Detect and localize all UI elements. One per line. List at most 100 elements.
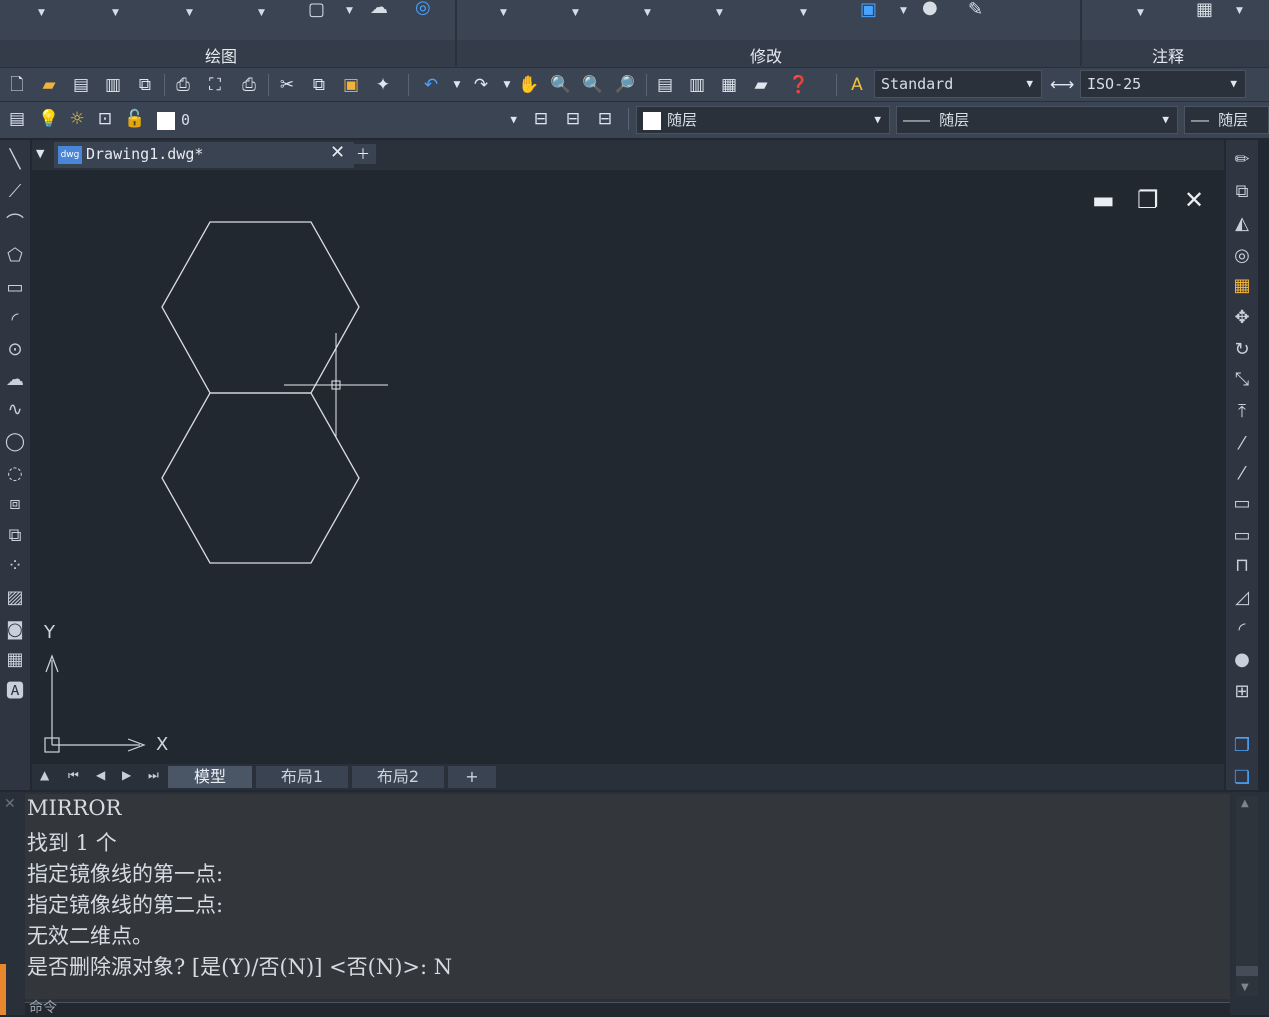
polyline-icon[interactable]: ⌒ bbox=[0, 212, 30, 236]
print-preview-icon[interactable]: ⛶ bbox=[204, 74, 226, 96]
circle-icon[interactable]: ⊙ bbox=[0, 338, 30, 362]
redo-icon[interactable]: ↷ bbox=[470, 74, 492, 96]
layer-viewport-icon[interactable]: ⊡ bbox=[94, 108, 116, 130]
chevron-down-icon[interactable]: ▼ bbox=[716, 8, 723, 18]
undo-icon[interactable]: ↶ bbox=[420, 74, 442, 96]
3d-solid-icon[interactable]: ● bbox=[1226, 648, 1258, 672]
mirror-icon[interactable]: ◭ bbox=[1226, 212, 1258, 236]
grid-icon[interactable]: ▦ bbox=[1196, 0, 1213, 20]
sphere-icon[interactable]: ● bbox=[922, 0, 938, 18]
scrollbar-thumb[interactable] bbox=[1236, 966, 1258, 976]
erase-icon[interactable]: ✏ bbox=[1226, 148, 1258, 172]
chevron-down-icon[interactable]: ▼ bbox=[186, 8, 193, 18]
zoom-previous-icon[interactable]: 🔎 bbox=[614, 74, 636, 96]
save-all-icon[interactable]: ⧉ bbox=[134, 74, 156, 96]
array-icon[interactable]: ▦ bbox=[1226, 274, 1258, 298]
stretch-icon[interactable]: ⤒ bbox=[1226, 400, 1258, 424]
color-select[interactable]: 随层 ▼ bbox=[636, 106, 890, 134]
break-icon[interactable]: ▭ bbox=[1226, 524, 1258, 548]
donut-icon[interactable]: ◎ bbox=[415, 0, 431, 18]
make-block-icon[interactable]: ⧉ bbox=[0, 524, 30, 548]
paste-icon[interactable]: ▣ bbox=[340, 74, 362, 96]
new-tab-icon[interactable]: ＋ bbox=[350, 144, 376, 164]
hexagon-upper[interactable] bbox=[161, 221, 360, 394]
linetype-select[interactable]: ——— 随层 ▼ bbox=[896, 106, 1178, 134]
chevron-down-icon[interactable]: ▼ bbox=[900, 6, 907, 16]
panel-label-modify[interactable]: 修改 bbox=[750, 43, 782, 67]
last-tab-icon[interactable]: ⏭ bbox=[148, 768, 159, 783]
save-icon[interactable]: ▤ bbox=[70, 74, 92, 96]
arc-icon[interactable]: ◜ bbox=[0, 308, 30, 332]
construction-line-icon[interactable]: ⟋ bbox=[0, 180, 30, 204]
panel-label-draw[interactable]: 绘图 bbox=[205, 43, 237, 67]
layer-select[interactable]: 0 ▼ bbox=[150, 106, 526, 134]
extend-icon[interactable]: ⁄ bbox=[1226, 462, 1258, 486]
add-layout-tab[interactable]: + bbox=[448, 766, 496, 788]
layer-on-icon[interactable]: 💡 bbox=[38, 108, 60, 130]
join-icon[interactable]: ⊓ bbox=[1226, 554, 1258, 578]
panel-label-annotate[interactable]: 注释 bbox=[1152, 43, 1184, 67]
zoom-realtime-icon[interactable]: 🔍 bbox=[550, 74, 572, 96]
scale-icon[interactable]: ⤡ bbox=[1226, 368, 1258, 392]
dim-style-select[interactable]: ISO-25 ▼ bbox=[1080, 70, 1246, 98]
layer-unlock-icon[interactable]: 🔓 bbox=[124, 108, 146, 130]
fillet-icon[interactable]: ◜ bbox=[1226, 618, 1258, 642]
polygon-icon[interactable]: ⬠ bbox=[0, 244, 30, 268]
close-icon[interactable]: ✕ bbox=[4, 796, 16, 812]
markup-icon[interactable]: ▰ bbox=[750, 74, 772, 96]
print-icon[interactable]: ⎙ bbox=[172, 74, 194, 96]
spline-icon[interactable]: ∿ bbox=[0, 398, 30, 422]
previous-tab-icon[interactable]: ◀ bbox=[96, 768, 105, 782]
ellipse-icon[interactable]: ◯ bbox=[0, 430, 30, 454]
ellipse-arc-icon[interactable]: ◌ bbox=[0, 462, 30, 486]
properties-icon[interactable]: ▤ bbox=[654, 74, 676, 96]
rotate-icon[interactable]: ↻ bbox=[1226, 338, 1258, 362]
table-icon[interactable]: ▦ bbox=[0, 648, 30, 672]
text-style-icon[interactable]: A bbox=[846, 74, 868, 96]
help-icon[interactable]: ❓ bbox=[788, 74, 810, 96]
publish-icon[interactable]: ⎙ bbox=[238, 74, 260, 96]
cut-icon[interactable]: ✂ bbox=[276, 74, 298, 96]
next-tab-icon[interactable]: ▶ bbox=[122, 768, 131, 782]
bring-to-front-icon[interactable]: ❏ bbox=[1226, 766, 1258, 790]
tab-layout1[interactable]: 布局1 bbox=[256, 766, 348, 788]
insert-block-icon[interactable]: ⧈ bbox=[0, 492, 30, 516]
design-center-icon[interactable]: ▥ bbox=[686, 74, 708, 96]
first-tab-icon[interactable]: ⏮ bbox=[68, 768, 79, 783]
region-icon[interactable]: ◙ bbox=[0, 618, 30, 642]
tab-model[interactable]: 模型 bbox=[168, 766, 252, 788]
point-icon[interactable]: ⁘ bbox=[0, 554, 30, 578]
hexagon-lower[interactable] bbox=[161, 392, 360, 564]
chevron-down-icon[interactable]: ▼ bbox=[38, 8, 45, 18]
hatch-icon[interactable]: ▨ bbox=[0, 586, 30, 610]
layer-manager-icon[interactable]: ▤ bbox=[6, 108, 28, 130]
chevron-down-icon[interactable]: ▼ bbox=[346, 6, 353, 16]
chevron-down-icon[interactable]: ▼ bbox=[644, 8, 651, 18]
scroll-up-icon[interactable]: ▲ bbox=[1241, 798, 1249, 809]
revision-cloud-icon[interactable]: ☁ bbox=[370, 0, 388, 18]
layer-state-icon[interactable]: ⊟ bbox=[594, 108, 616, 130]
match-properties-icon[interactable]: ✦ bbox=[372, 74, 394, 96]
edit-attribute-icon[interactable]: ✎ bbox=[968, 0, 983, 20]
offset-icon[interactable]: ◎ bbox=[1226, 244, 1258, 268]
drawing-canvas[interactable]: ▬ ❐ ✕ Y X bbox=[32, 170, 1224, 764]
pan-icon[interactable]: ✋ bbox=[518, 74, 540, 96]
chamfer-icon[interactable]: ◿ bbox=[1226, 586, 1258, 610]
copy-icon[interactable]: ⧉ bbox=[308, 74, 330, 96]
layer-thaw-icon[interactable]: ☼ bbox=[66, 108, 88, 130]
tab-layout2[interactable]: 布局2 bbox=[352, 766, 444, 788]
document-tab[interactable]: dwg Drawing1.dwg* ✕ bbox=[54, 142, 354, 168]
chevron-down-icon[interactable]: ▼ bbox=[1236, 6, 1243, 16]
break-at-point-icon[interactable]: ▭ bbox=[1226, 492, 1258, 516]
chevron-down-icon[interactable]: ▼ bbox=[112, 8, 119, 18]
chevron-down-icon[interactable]: ▼ bbox=[500, 8, 507, 18]
zoom-window-icon[interactable]: 🔍 bbox=[582, 74, 604, 96]
draw-order-icon[interactable]: ❐ bbox=[1226, 734, 1258, 758]
revision-cloud-icon[interactable]: ☁ bbox=[0, 368, 30, 392]
chevron-down-icon[interactable]: ▼ bbox=[258, 8, 265, 18]
text-style-select[interactable]: Standard ▼ bbox=[874, 70, 1042, 98]
chevron-down-icon[interactable]: ▼ bbox=[572, 8, 579, 18]
chevron-down-icon[interactable]: ▼ bbox=[1137, 8, 1144, 18]
scroll-down-icon[interactable]: ▼ bbox=[1241, 982, 1249, 993]
move-icon[interactable]: ✥ bbox=[1226, 306, 1258, 330]
